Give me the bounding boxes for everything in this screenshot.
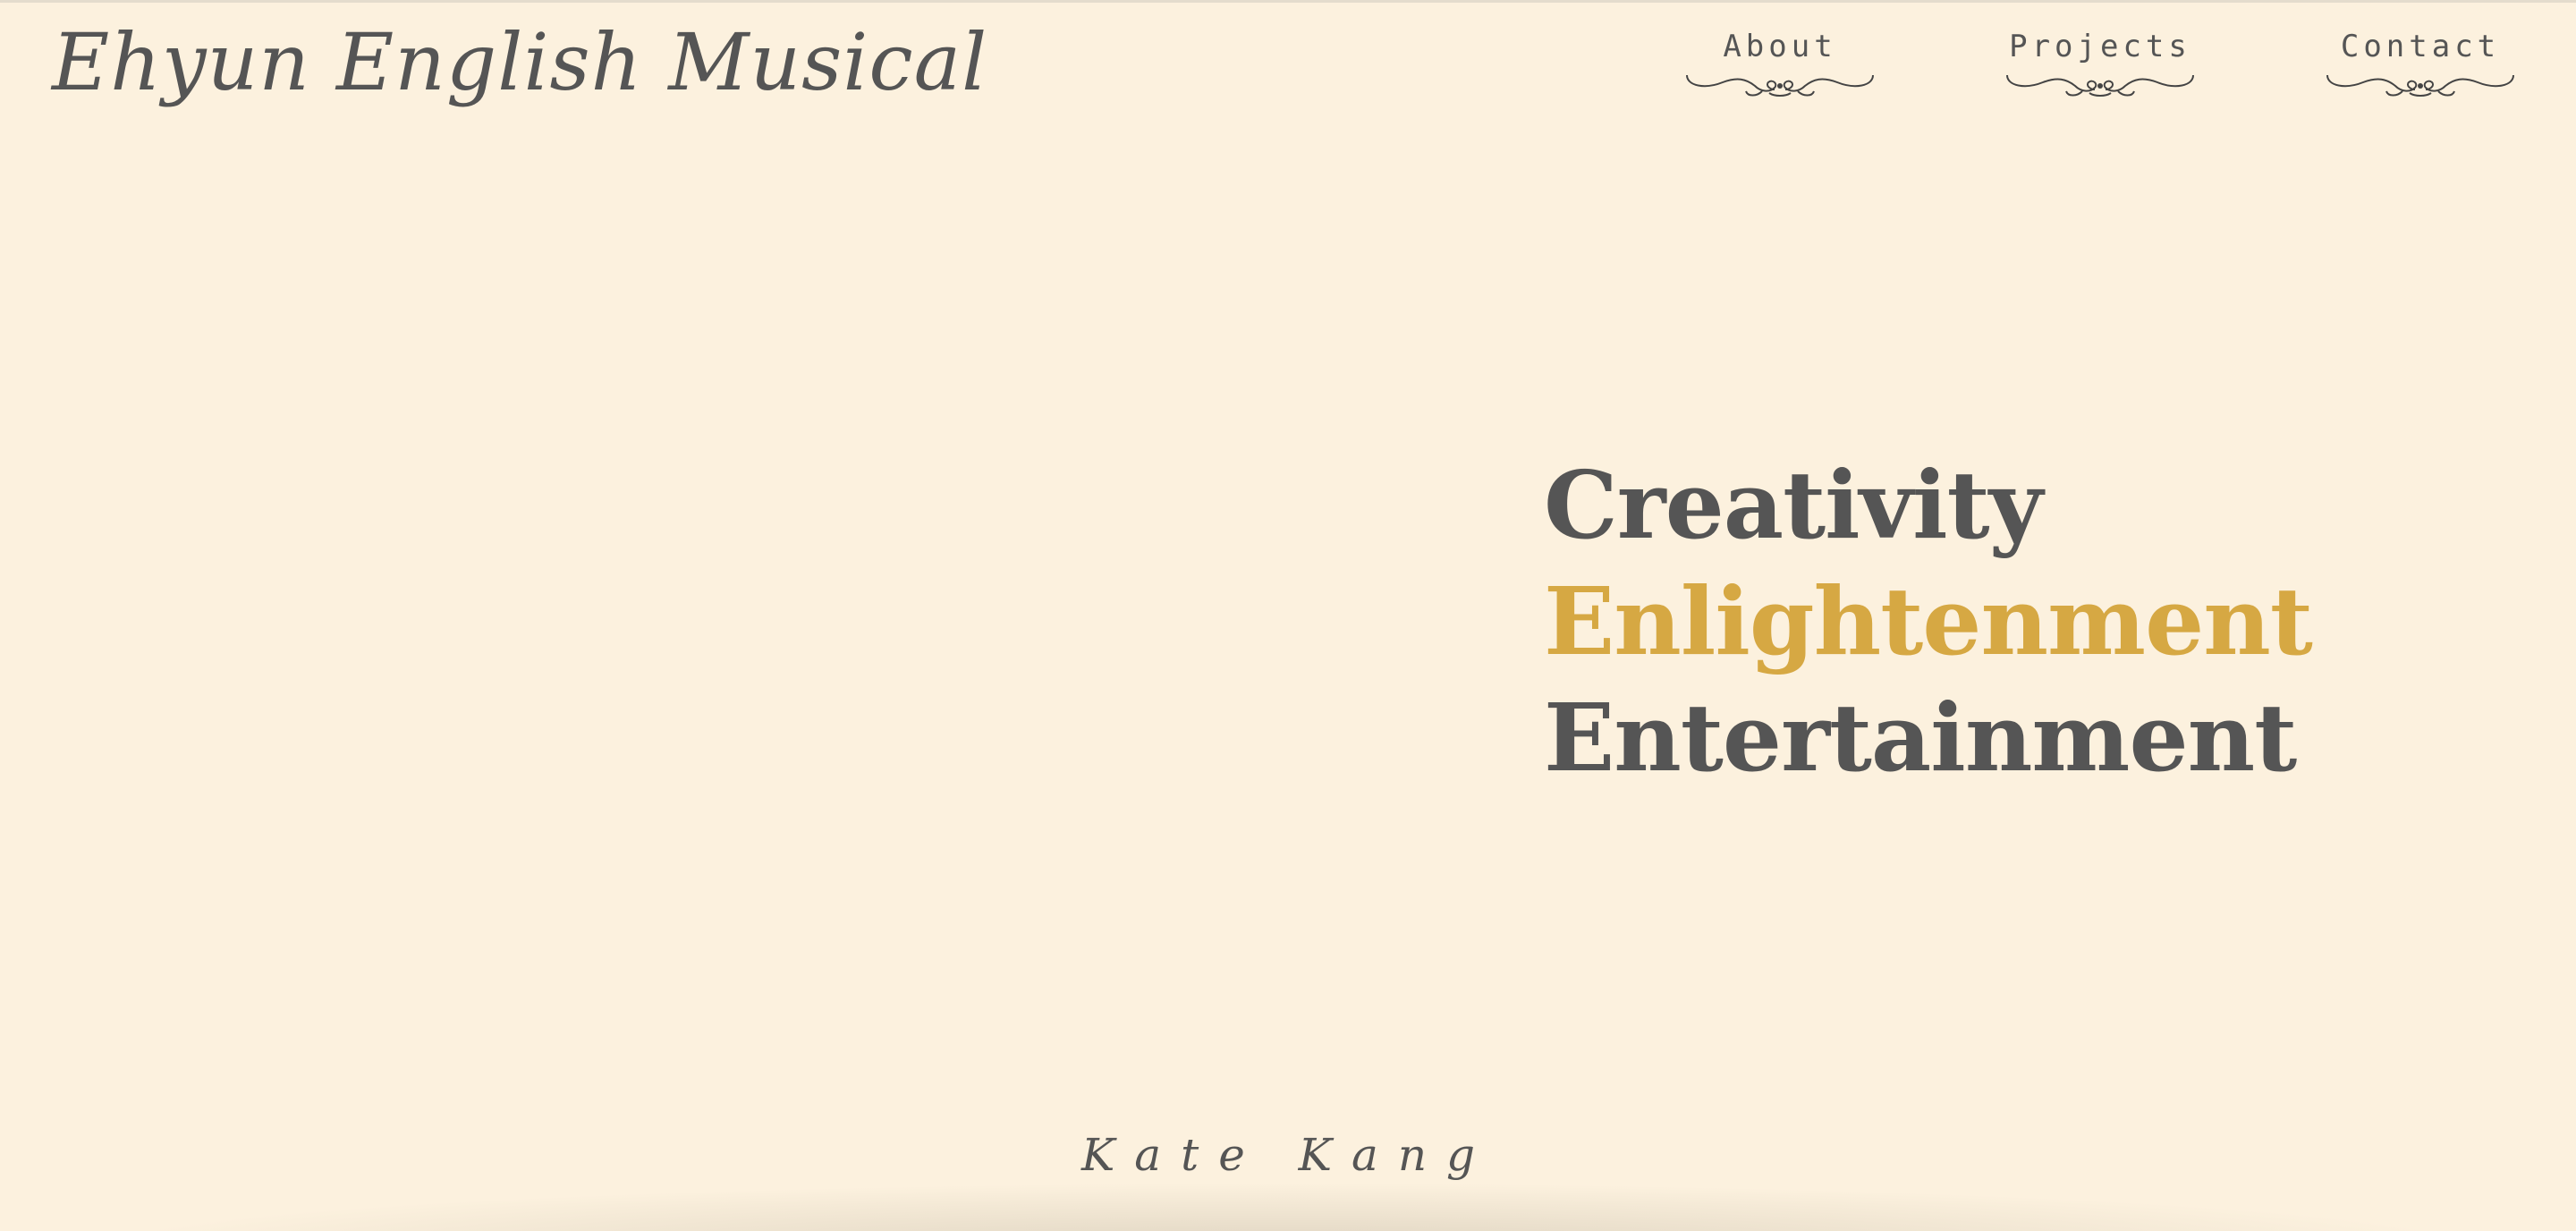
nav-item-label: Contact [2340,29,2501,64]
hero-word-creativity: Creativity [1544,450,2043,560]
nav-item-projects[interactable]: Projects [2002,27,2199,102]
flourish-ornament-icon [2326,74,2514,97]
hero-word-entertainment: Entertainment [1544,683,2297,793]
bottom-shadow [0,1177,2576,1231]
top-divider [0,0,2576,3]
nav-item-label: Projects [2009,29,2191,64]
nav-item-contact[interactable]: Contact [2322,27,2519,102]
nav-item-label: About [1723,29,1837,64]
hero-word-enlightenment: Enlightenment [1544,566,2313,676]
main-nav: About Projects Contact [1664,27,2558,107]
nav-item-about[interactable]: About [1682,27,1878,102]
flourish-ornament-icon [1686,74,1874,97]
footer-signature: Kate Kang [1080,1129,1496,1181]
site-title[interactable]: Ehyun English Musical [52,9,987,116]
flourish-ornament-icon [2006,74,2194,97]
hero-tagline: Creativity Enlightenment Entertainment [1544,447,2349,796]
